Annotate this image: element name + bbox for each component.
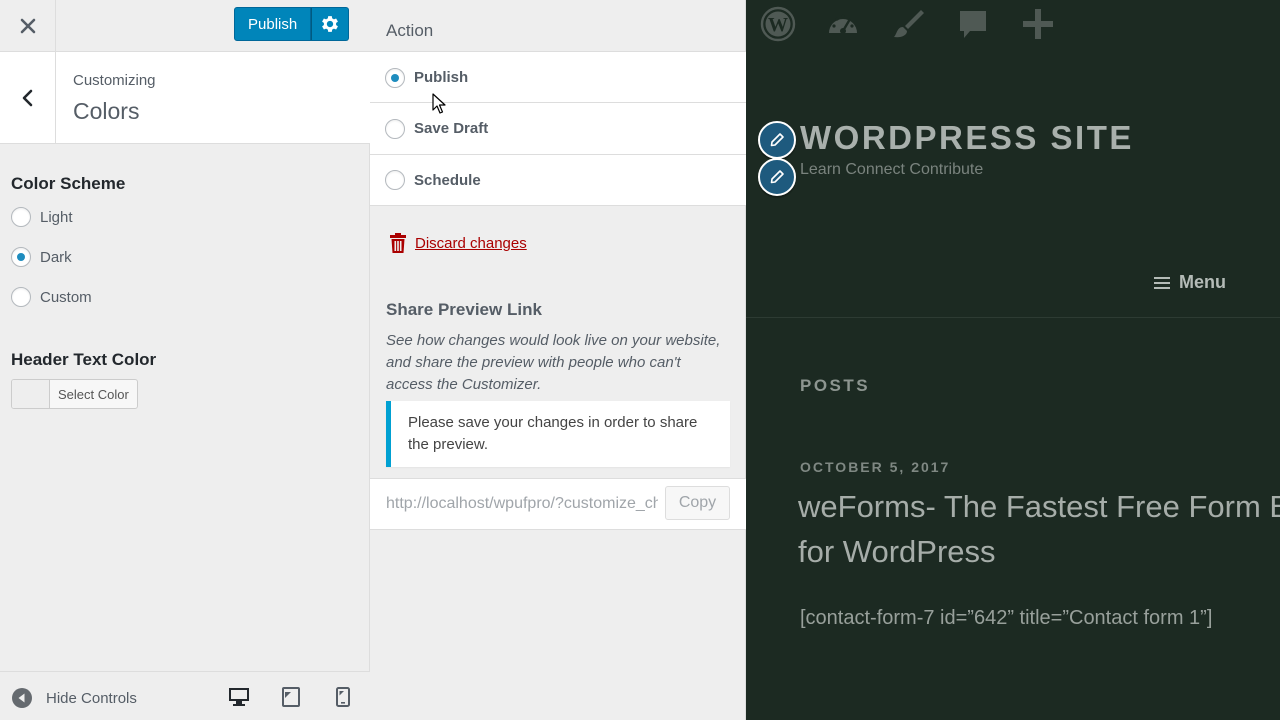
edit-tagline-shortcut[interactable] <box>758 158 796 196</box>
svg-text:W: W <box>768 14 788 36</box>
chevron-left-icon <box>22 89 32 106</box>
color-scheme-title: Color Scheme <box>11 174 126 193</box>
gear-icon <box>322 16 339 32</box>
dashboard-button[interactable] <box>825 6 861 42</box>
share-url-field[interactable]: http://localhost/wpufpro/?customize_chan… <box>386 495 658 513</box>
collapse-arrow-icon <box>12 688 32 708</box>
customizer-footer: Hide Controls <box>0 671 370 720</box>
action-save-draft-option[interactable]: Save Draft <box>370 102 746 154</box>
menu-label: Menu <box>1179 272 1226 292</box>
share-url-row: http://localhost/wpufpro/?customize_chan… <box>370 478 746 530</box>
new-content-button[interactable] <box>1020 6 1056 42</box>
radio-publish[interactable] <box>385 67 405 88</box>
comments-button[interactable] <box>955 6 991 42</box>
publish-button-group: Publish <box>234 7 350 41</box>
discard-changes-label: Discard changes <box>415 234 527 252</box>
header-divider <box>746 317 1280 318</box>
color-scheme-light-option[interactable]: Light <box>11 205 73 229</box>
color-swatch[interactable] <box>12 380 50 408</box>
color-scheme-dark-label: Dark <box>40 248 72 266</box>
trash-icon <box>390 233 406 253</box>
share-preview-description: See how changes would look live on your … <box>386 332 721 393</box>
posts-heading: POSTS <box>800 376 871 395</box>
publish-button[interactable]: Publish <box>234 7 312 41</box>
action-schedule-label: Schedule <box>414 171 481 189</box>
copy-button[interactable]: Copy <box>665 486 730 520</box>
dashboard-icon <box>829 14 857 34</box>
plus-icon <box>1023 9 1053 39</box>
paintbrush-icon <box>894 10 924 38</box>
color-scheme-dark-option[interactable]: Dark <box>11 245 72 269</box>
radio-light[interactable] <box>11 207 31 227</box>
close-icon <box>20 18 35 34</box>
color-scheme-light-label: Light <box>40 208 73 226</box>
radio-custom[interactable] <box>11 287 31 307</box>
pencil-icon <box>770 133 784 147</box>
header-text-color-title: Header Text Color <box>11 350 157 369</box>
share-preview-notice: Please save your changes in order to sha… <box>386 401 730 467</box>
tablet-icon <box>282 687 300 707</box>
pencil-icon <box>770 170 784 184</box>
preview-mobile-button[interactable] <box>332 686 354 708</box>
wordpress-logo-icon: W <box>760 6 796 42</box>
post-title[interactable]: weForms- The Fastest Free Form Builder f… <box>798 484 1280 574</box>
publish-settings-panel: Action Publish Save Draft Schedule Share… <box>370 0 746 720</box>
close-button[interactable] <box>0 0 56 52</box>
admin-bar: W <box>746 0 1280 48</box>
share-preview-title: Share Preview Link <box>386 300 542 319</box>
color-scheme-custom-option[interactable]: Custom <box>11 285 92 309</box>
hide-controls-button[interactable]: Hide Controls <box>12 688 137 708</box>
back-button[interactable] <box>0 52 56 143</box>
comment-icon <box>960 11 986 38</box>
header-text-color-picker[interactable]: Select Color <box>11 379 138 409</box>
menu-toggle-button[interactable]: Menu <box>1154 272 1226 293</box>
post-date[interactable]: OCTOBER 5, 2017 <box>800 459 950 475</box>
wordpress-logo-button[interactable]: W <box>760 6 796 42</box>
radio-dark[interactable] <box>11 247 31 267</box>
mouse-cursor-icon <box>432 93 446 114</box>
action-title: Action <box>386 21 434 40</box>
edit-site-title-shortcut[interactable] <box>758 121 796 159</box>
section-title: Colors <box>73 98 140 124</box>
post-excerpt: [contact-form-7 id=”642” title=”Contact … <box>800 607 1213 629</box>
action-publish-label: Publish <box>414 69 469 86</box>
desktop-icon <box>229 688 249 706</box>
customizer-panel: Publish Customizing Colors Color Scheme … <box>0 0 370 720</box>
preview-tablet-button[interactable] <box>280 686 302 708</box>
site-preview: W WORDPRESS SITE Learn Connect Contribut… <box>746 0 1280 720</box>
action-schedule-option[interactable]: Schedule <box>370 154 746 206</box>
section-header: Customizing Colors <box>0 52 370 144</box>
site-description: Learn Connect Contribute <box>800 161 984 178</box>
hamburger-icon <box>1154 276 1170 289</box>
discard-changes-link[interactable]: Discard changes <box>389 232 527 254</box>
radio-save-draft[interactable] <box>385 118 405 139</box>
mobile-icon <box>336 687 350 707</box>
customizer-header-bar: Publish <box>0 0 370 52</box>
hide-controls-label: Hide Controls <box>46 689 137 707</box>
radio-schedule[interactable] <box>385 170 405 190</box>
select-color-label[interactable]: Select Color <box>50 380 137 408</box>
action-publish-option[interactable]: Publish <box>370 51 746 103</box>
customizing-label: Customizing <box>73 72 156 89</box>
site-title[interactable]: WORDPRESS SITE <box>800 119 1134 157</box>
publish-settings-button[interactable] <box>311 7 350 41</box>
color-scheme-custom-label: Custom <box>40 288 92 306</box>
customize-button[interactable] <box>890 6 926 42</box>
preview-desktop-button[interactable] <box>228 686 250 708</box>
action-save-draft-label: Save Draft <box>414 120 489 137</box>
